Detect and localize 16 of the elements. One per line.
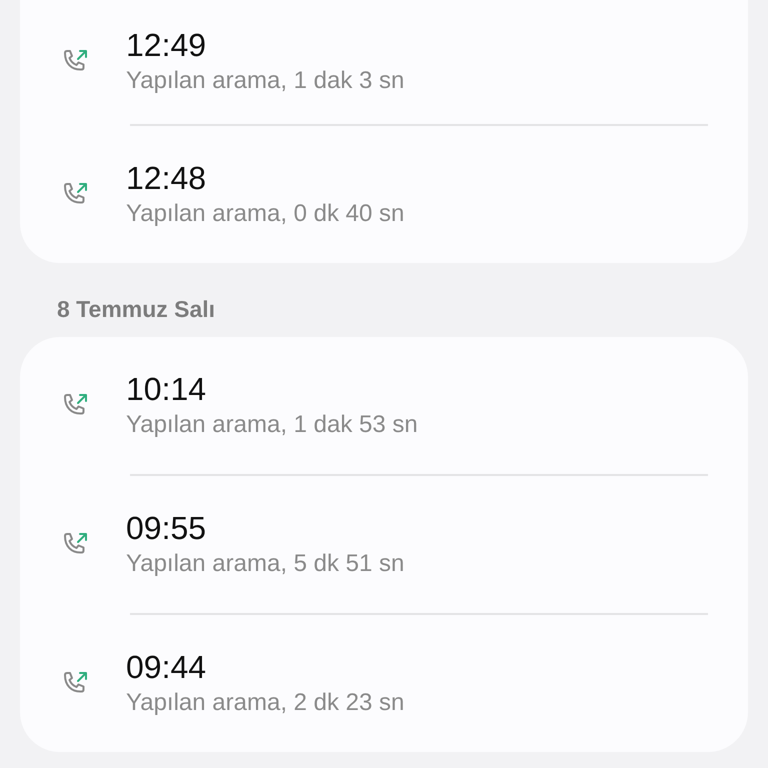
call-log-item[interactable]: 09:44 Yapılan arama, 2 dk 23 sn: [20, 615, 748, 752]
call-detail: Yapılan arama, 2 dk 23 sn: [126, 688, 404, 718]
call-detail: Yapılan arama, 0 dk 40 sn: [126, 198, 404, 228]
date-header: 8 Temmuz Salı: [56, 295, 216, 324]
call-log-item[interactable]: 09:55 Yapılan arama, 5 dk 51 sn: [20, 476, 748, 613]
call-log-item[interactable]: 12:49 Yapılan arama, 1 dak 3 sn: [20, 0, 748, 124]
call-detail: Yapılan arama, 1 dak 53 sn: [126, 410, 418, 440]
call-detail: Yapılan arama, 1 dak 3 sn: [126, 66, 404, 96]
call-time: 10:14: [126, 370, 208, 408]
call-log-item[interactable]: 10:14 Yapılan arama, 1 dak 53 sn: [20, 337, 748, 474]
call-detail: Yapılan arama, 5 dk 51 sn: [126, 548, 404, 578]
call-time: 09:55: [126, 508, 208, 546]
call-time: 09:44: [126, 648, 208, 686]
call-time: 12:48: [126, 158, 208, 196]
call-log-item[interactable]: 12:48 Yapılan arama, 0 dk 40 sn: [20, 126, 748, 263]
call-time: 12:49: [126, 26, 208, 64]
